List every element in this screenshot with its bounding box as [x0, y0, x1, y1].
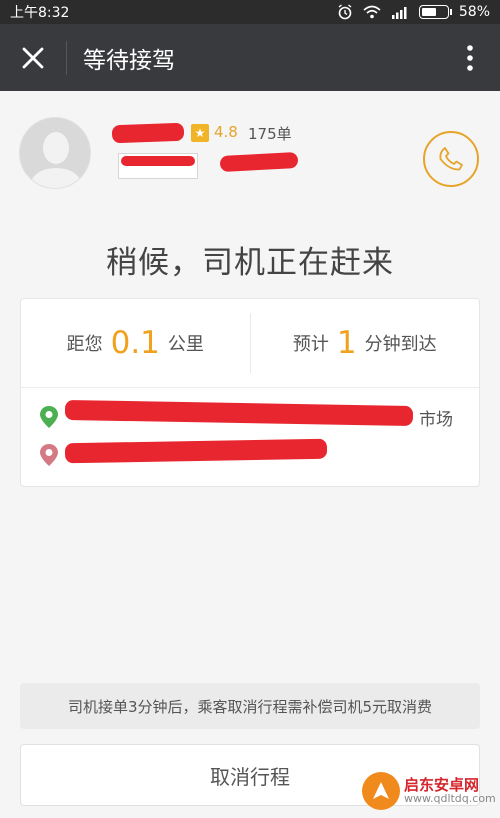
close-button[interactable] [0, 24, 66, 91]
watermark-text: 启东安卓网 www.qdltdq.com [404, 777, 496, 806]
star-icon: ★ [191, 124, 209, 142]
dropoff-address [39, 443, 59, 467]
card-divider [21, 387, 479, 388]
watermark-logo-icon [362, 772, 400, 810]
driver-orders: 175单 [248, 125, 292, 143]
status-headline: 稍候，司机正在赶来 [106, 245, 394, 281]
call-driver-button[interactable] [423, 131, 479, 187]
status-bar: 上午8:32 58% [0, 0, 500, 24]
title-divider [66, 40, 67, 75]
alarm-icon [338, 4, 352, 20]
pickup-address-suffix: 市场 [419, 410, 453, 430]
status-time: 上午8:32 [10, 5, 70, 21]
battery-icon [418, 5, 452, 19]
driver-rating: 4.8 [214, 123, 238, 141]
battery-percent: 58% [458, 4, 490, 20]
eta-row: 距您 0.1 公里 预计 1 分钟到达 [21, 299, 479, 387]
redacted-plate [121, 156, 195, 166]
time-value: 1 [336, 325, 357, 361]
pickup-address [39, 405, 59, 429]
distance-value: 0.1 [110, 325, 160, 361]
signal-icon [391, 7, 407, 19]
more-button[interactable] [440, 24, 500, 91]
redacted-car-info [219, 151, 299, 173]
close-icon [22, 47, 44, 68]
watermark-url: www.qdltdq.com [404, 792, 496, 806]
time-unit: 分钟到达 [364, 334, 437, 355]
phone-icon [439, 147, 463, 171]
time-prefix: 预计 [292, 334, 329, 355]
distance-prefix: 距您 [66, 334, 103, 355]
page-title: 等待接驾 [83, 47, 175, 74]
dropoff-pin-icon [40, 444, 58, 466]
redacted-dropoff-address [64, 438, 328, 464]
pickup-pin-icon [40, 406, 58, 428]
watermark: 启东安卓网 www.qdltdq.com [362, 768, 496, 814]
distance-unit: 公里 [167, 334, 204, 355]
watermark-title: 启东安卓网 [404, 775, 480, 794]
avatar [19, 117, 91, 189]
wifi-icon [363, 5, 381, 19]
user-silhouette-icon [20, 118, 90, 188]
title-bar: 等待接驾 [0, 24, 500, 91]
time-cell: 预计 1 分钟到达 [251, 299, 480, 387]
status-icons: 58% [337, 4, 490, 20]
redacted-pickup-address [64, 399, 414, 427]
redacted-driver-name [111, 122, 185, 144]
driver-info: ★ 4.8 175单 [0, 91, 500, 221]
trip-info-card: 距您 0.1 公里 预计 1 分钟到达 市场 [20, 298, 480, 487]
cancellation-notice: 司机接单3分钟后，乘客取消行程需补偿司机5元取消费 [20, 683, 480, 729]
distance-cell: 距您 0.1 公里 [21, 299, 250, 387]
more-vertical-icon [467, 44, 473, 71]
